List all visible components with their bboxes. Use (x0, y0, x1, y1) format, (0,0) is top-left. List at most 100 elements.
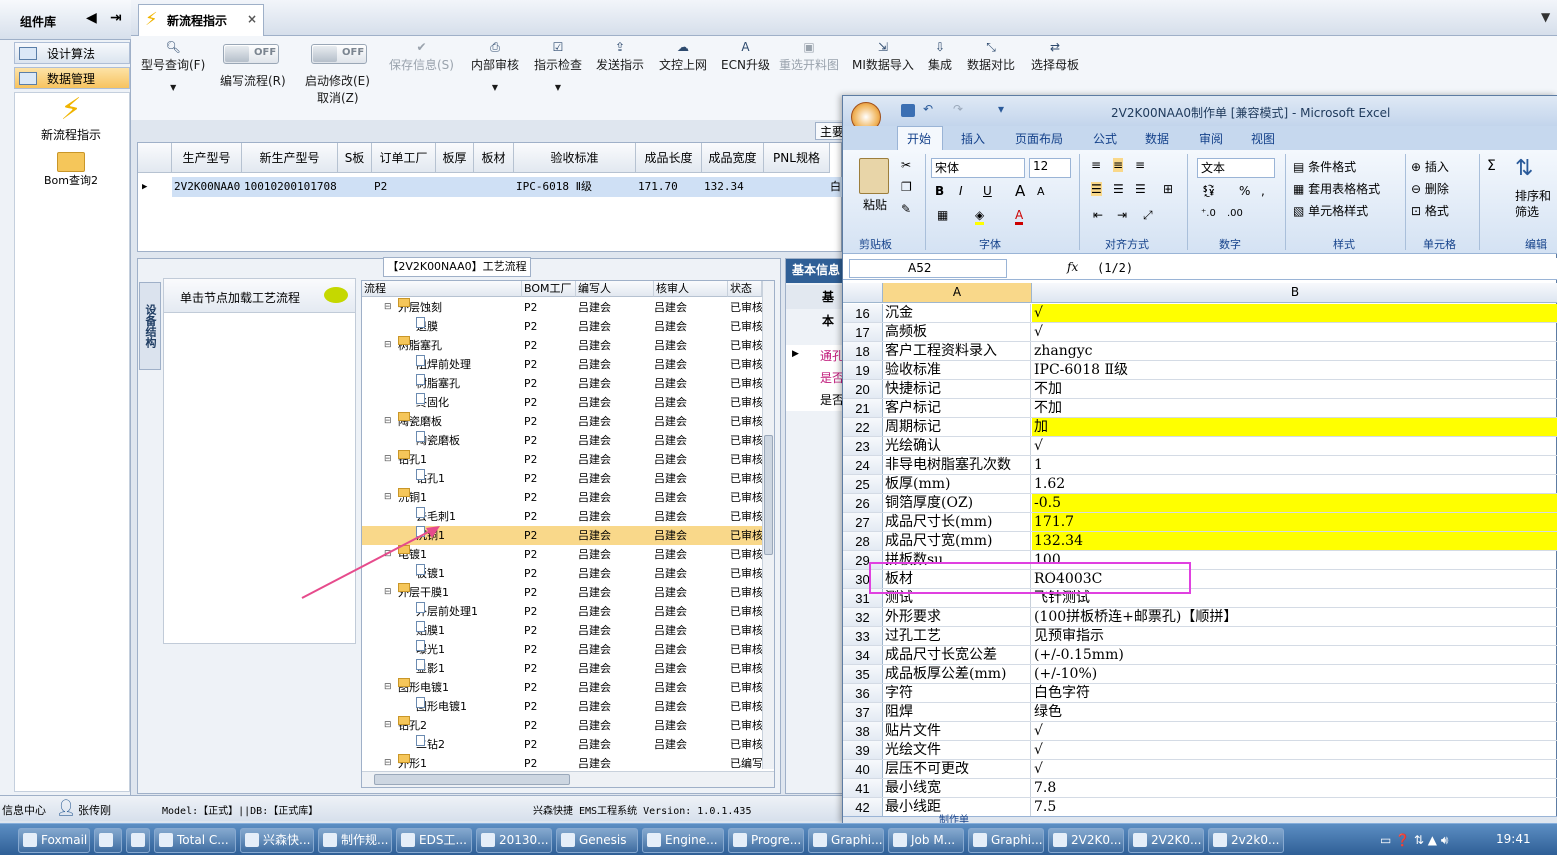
redo-icon[interactable]: ↷ (953, 102, 963, 116)
cell-a[interactable]: 快捷标记 (883, 380, 1031, 398)
doc-upload-button[interactable]: ☁ 文控上网 (659, 40, 707, 73)
sheet-row[interactable]: 22 周期标记加 (843, 418, 1557, 437)
instruction-check-button[interactable]: ☑ 指示检查 ▼ (534, 40, 582, 92)
taskbar-button[interactable]: 制作规... (318, 828, 392, 853)
internal-review-button[interactable]: ⎙ 内部审核 ▼ (471, 40, 519, 92)
font-size-select[interactable]: 12 (1029, 158, 1071, 178)
taskbar-button[interactable]: Job M... (888, 828, 964, 853)
taskbar-button[interactable]: EDS工... (396, 828, 472, 853)
row-number[interactable]: 17 (843, 323, 883, 341)
cell-a[interactable]: 客户标记 (883, 399, 1031, 417)
column-header[interactable]: 新生产型号 (242, 143, 338, 173)
cell-standard[interactable]: IPC-6018 Ⅱ级 (516, 177, 592, 197)
tree-row[interactable]: 图形电镀1 P2 吕建会 吕建会 已审核 (362, 697, 763, 716)
column-header[interactable]: 订单工厂 (372, 143, 436, 173)
tree-row[interactable]: 钻孔1 P2 吕建会 吕建会 已审核 (362, 469, 763, 488)
sheet-row[interactable]: 37 阻焊 绿色 (843, 703, 1557, 722)
cell-a[interactable]: 非导电树脂塞孔次数 (883, 456, 1031, 474)
sidebar-item-data-management[interactable]: 数据管理 (14, 67, 130, 89)
sheet-row[interactable]: 17 高频板 √ (843, 323, 1557, 342)
tab-review[interactable]: 审阅 (1199, 130, 1223, 147)
row-number[interactable]: 39 (843, 741, 883, 759)
save-info-button[interactable]: ✔ 保存信息(S) (389, 40, 454, 73)
info-center-label[interactable]: 信息中心 (2, 802, 46, 818)
tray-icons[interactable]: ▭ ❓ ⇅ ▲ 🔊︎ (1380, 833, 1448, 848)
sort-filter-icon[interactable]: ⇅ (1515, 156, 1533, 181)
row-number[interactable]: 26 (843, 494, 883, 512)
row-number[interactable]: 28 (843, 532, 883, 550)
align-center-icon[interactable]: ☰ (1113, 182, 1124, 196)
cell-b[interactable]: 171.7 (1032, 513, 1557, 531)
fill-color-icon[interactable]: ◈ (975, 208, 985, 225)
cell-width[interactable]: 132.34 (704, 177, 744, 197)
cell-b[interactable]: (+/-0.15mm) (1032, 646, 1557, 664)
cell-a[interactable]: 外形要求 (883, 608, 1031, 626)
taskbar-button[interactable]: Total C... (154, 828, 236, 853)
basic-row-1[interactable]: 通孔 (820, 347, 844, 364)
italic-icon[interactable]: I (959, 184, 963, 198)
basic-row-2[interactable]: 是否 (820, 369, 844, 386)
cell-a[interactable]: 沉金 (883, 304, 1031, 322)
taskbar-button[interactable]: 2V2K0... (1128, 828, 1204, 853)
tree-row[interactable]: 外层前处理1 P2 吕建会 吕建会 已审核 (362, 602, 763, 621)
tab-view[interactable]: 视图 (1251, 130, 1275, 147)
cell-b[interactable]: 7.8 (1032, 779, 1557, 797)
column-header[interactable]: 编写人 (576, 281, 654, 297)
row-number[interactable]: 38 (843, 722, 883, 740)
integrate-button[interactable]: ⇩ 集成 (928, 40, 952, 73)
column-header[interactable]: 成品长度 (636, 143, 702, 173)
paste-button[interactable]: 粘贴 (863, 196, 887, 213)
column-header-a[interactable]: A (883, 283, 1032, 302)
sheet-row[interactable]: 27 成品尺寸长(mm) 171.7 (843, 513, 1557, 532)
grow-font-icon[interactable]: A (1015, 182, 1025, 200)
cell-b[interactable]: 不加 (1032, 399, 1557, 417)
orientation-icon[interactable]: ⤢ (1143, 208, 1153, 223)
tab-insert[interactable]: 插入 (961, 130, 985, 147)
quick-access-dropdown-icon[interactable]: ▾ (998, 102, 1004, 116)
fx-icon[interactable]: fx (1067, 260, 1078, 274)
align-top-icon[interactable]: ≡ (1091, 158, 1101, 172)
taskbar-button[interactable]: 2v2k0... (1208, 828, 1284, 853)
cell-a[interactable]: 高频板 (883, 323, 1031, 341)
row-number[interactable]: 41 (843, 779, 883, 797)
row-number[interactable]: 19 (843, 361, 883, 379)
cell-b[interactable]: √ (1032, 304, 1557, 322)
cell-a[interactable]: 验收标准 (883, 361, 1031, 379)
cell-b[interactable]: √ (1032, 741, 1557, 759)
cell-b[interactable]: √ (1032, 437, 1557, 455)
worksheet-grid[interactable]: 16 沉金 √ 17 高频板 √ 18 客户工程资料录入 zhangyc 19 验收标准 IPC-60… (843, 304, 1557, 816)
tab-new-flow[interactable]: ⚡ 新流程指示 × (138, 4, 264, 36)
tree-row[interactable]: ⊟ 沉铜1 P2 吕建会 吕建会 已审核 (362, 488, 763, 507)
taskbar-button[interactable]: 兴森快... (240, 828, 314, 853)
tree-row[interactable]: 阻焊前处理 P2 吕建会 吕建会 已审核 (362, 355, 763, 374)
cell-a[interactable]: 阻焊 (883, 703, 1031, 721)
vertical-scrollbar[interactable] (762, 281, 774, 769)
sheet-row[interactable]: 25 板厚(mm) 1.62 (843, 475, 1557, 494)
sheet-row[interactable]: 39 光绘文件 √ (843, 741, 1557, 760)
table-format-button[interactable]: ▦ 套用表格格式 (1293, 180, 1380, 197)
cell-b[interactable]: 绿色 (1032, 703, 1557, 721)
sidebar-item-design-algorithm[interactable]: 设计算法 (14, 42, 130, 64)
column-header[interactable]: 成品宽度 (702, 143, 764, 173)
cell-length[interactable]: 171.70 (638, 177, 678, 197)
sheet-row[interactable]: 20 快捷标记 不加 (843, 380, 1557, 399)
column-header[interactable]: PNL规格 (764, 143, 830, 173)
tree-row[interactable]: 曝光1 P2 吕建会 吕建会 已审核 (362, 640, 763, 659)
cell-b[interactable]: √ (1032, 323, 1557, 341)
sheet-row[interactable]: 32 外形要求 (100拼板桥连+邮票孔)【顺拼】 (843, 608, 1557, 627)
font-color-icon[interactable]: A (1015, 208, 1024, 225)
sheet-row[interactable]: 18 客户工程资料录入 zhangyc (843, 342, 1557, 361)
cell-a[interactable]: 板厚(mm) (883, 475, 1031, 493)
taskbar-button[interactable]: Progre... (728, 828, 804, 853)
column-header[interactable]: 板材 (474, 143, 514, 173)
cut-icon[interactable]: ✂ (901, 158, 911, 172)
model-query-button[interactable]: 🔍︎ 型号查询(F) ▼ (141, 40, 205, 92)
insert-cells-button[interactable]: ⊕ 插入 (1411, 158, 1449, 175)
cell-factory[interactable]: P2 (374, 177, 387, 197)
collapse-icon[interactable]: ⊟ (384, 336, 392, 355)
cell-b[interactable]: -0.5 (1032, 494, 1557, 512)
tree-row[interactable]: ⊟ 外层蚀刻 P2 吕建会 吕建会 已审核 (362, 298, 763, 317)
delete-cells-button[interactable]: ⊖ 删除 (1411, 180, 1449, 197)
sort-filter-label[interactable]: 排序和筛选 (1515, 188, 1555, 220)
row-number[interactable]: 32 (843, 608, 883, 626)
